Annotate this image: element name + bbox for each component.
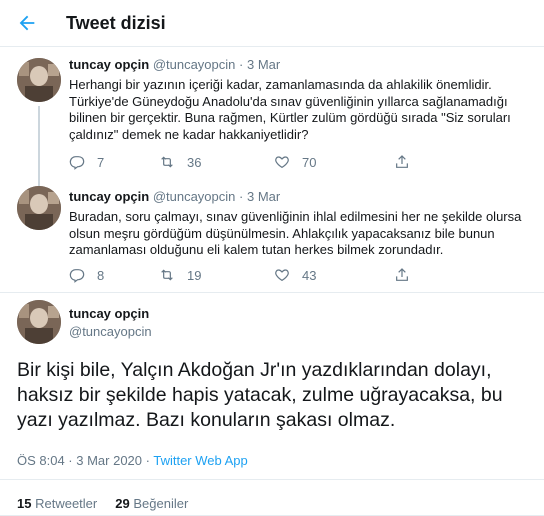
divider	[0, 479, 544, 480]
share-icon	[396, 268, 408, 281]
tweet-stats: 15 Retweetler 29 Beğeniler	[17, 496, 188, 511]
retweet-button[interactable]: 36	[159, 154, 274, 170]
author-handle[interactable]: @tuncayopcin	[153, 189, 236, 204]
tweet-meta: ÖS 8:04 · 3 Mar 2020 · Twitter Web App	[17, 453, 248, 468]
avatar[interactable]	[17, 186, 61, 230]
tweet-source-link[interactable]: Twitter Web App	[153, 453, 247, 468]
like-count: 43	[302, 267, 317, 283]
arrow-left-icon	[19, 15, 35, 31]
back-button[interactable]	[10, 6, 44, 40]
retweets-stat[interactable]: 15 Retweetler	[17, 496, 97, 511]
like-total: 29	[115, 496, 130, 511]
retweet-count: 36	[187, 154, 202, 170]
retweet-button[interactable]: 19	[159, 267, 274, 283]
tweet-text: Herhangi bir yazının içeriği kadar, zama…	[69, 77, 511, 142]
avatar[interactable]	[17, 58, 61, 102]
tweet-timestamp[interactable]: ÖS 8:04 · 3 Mar 2020 ·	[17, 453, 150, 468]
reply-icon	[69, 269, 85, 283]
avatar[interactable]	[17, 300, 61, 344]
retweet-count: 19	[187, 267, 202, 283]
like-button[interactable]: 43	[274, 267, 394, 283]
share-icon	[396, 155, 408, 168]
separator-dot: ·	[239, 57, 244, 72]
tweet-date[interactable]: 3 Mar	[247, 57, 280, 72]
main-author-name[interactable]: tuncay opçin	[69, 306, 149, 321]
heart-icon	[275, 269, 289, 282]
reply-button[interactable]: 7	[69, 154, 159, 170]
retweet-total: 15	[17, 496, 32, 511]
retweet-icon	[161, 156, 173, 168]
reply-icon	[69, 156, 85, 170]
page-title: Tweet dizisi	[66, 12, 166, 33]
main-tweet-text: Bir kişi bile, Yalçın Akdoğan Jr'ın yazd…	[17, 359, 503, 431]
divider	[0, 292, 544, 293]
retweet-icon	[161, 269, 173, 281]
page-header: Tweet dizisi	[0, 0, 544, 47]
tweet-actions: 7 36 70	[69, 154, 410, 170]
thread-connector	[38, 106, 40, 188]
like-button[interactable]: 70	[274, 154, 394, 170]
thread-tweet-1[interactable]: tuncay opçin @tuncayopcin · 3 Mar Herhan…	[0, 48, 544, 188]
tweet-date[interactable]: 3 Mar	[247, 189, 280, 204]
reply-button[interactable]: 8	[69, 267, 159, 283]
tweet-actions: 8 19 43	[69, 267, 410, 283]
retweets-label: Retweetler	[35, 496, 98, 511]
author-name[interactable]: tuncay opçin	[69, 57, 149, 72]
likes-label: Beğeniler	[133, 496, 189, 511]
separator-dot: ·	[239, 189, 244, 204]
thread-tweet-2[interactable]: tuncay opçin @tuncayopcin · 3 Mar Burada…	[0, 180, 544, 292]
reply-count: 8	[97, 267, 105, 283]
likes-stat[interactable]: 29 Beğeniler	[115, 496, 188, 511]
share-button[interactable]	[394, 154, 410, 170]
reply-count: 7	[97, 154, 105, 170]
tweet-text: Buradan, soru çalmayı, sınav güvenliğini…	[69, 209, 522, 257]
like-count: 70	[302, 154, 317, 170]
heart-icon	[275, 156, 289, 169]
author-handle[interactable]: @tuncayopcin	[153, 57, 236, 72]
author-name[interactable]: tuncay opçin	[69, 189, 149, 204]
main-author-handle[interactable]: @tuncayopcin	[69, 324, 152, 339]
share-button[interactable]	[394, 267, 410, 283]
